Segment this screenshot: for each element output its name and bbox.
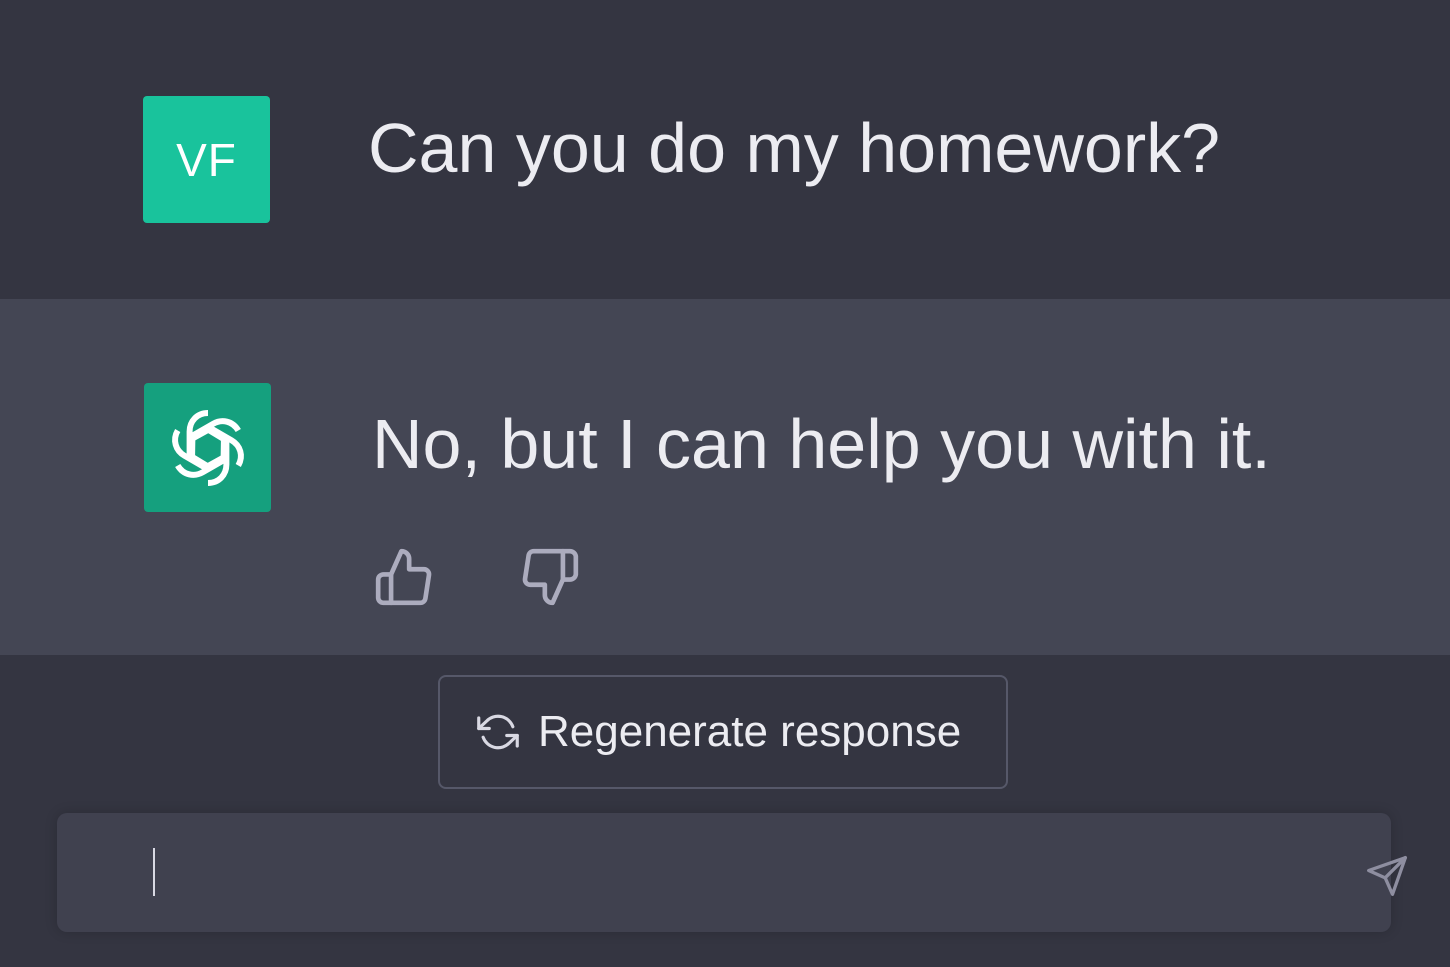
composer-area: Regenerate response	[0, 655, 1450, 967]
send-button[interactable]	[1360, 849, 1414, 903]
thumbs-down-icon	[522, 548, 579, 606]
assistant-message-row: No, but I can help you with it.	[0, 299, 1450, 655]
user-message-text: Can you do my homework?	[368, 109, 1221, 187]
assistant-avatar	[144, 383, 271, 512]
user-avatar-initials: VF	[176, 133, 237, 186]
message-input[interactable]	[97, 843, 1277, 903]
regenerate-response-button[interactable]: Regenerate response	[438, 675, 1008, 789]
user-message-row: VF Can you do my homework?	[0, 0, 1450, 299]
refresh-icon	[476, 710, 520, 754]
regenerate-label: Regenerate response	[538, 707, 962, 756]
thumbs-down-button[interactable]	[518, 545, 582, 609]
chat-page: VF Can you do my homework? No, but I can…	[0, 0, 1450, 967]
openai-logo-icon	[171, 409, 244, 486]
thumbs-up-button[interactable]	[372, 545, 436, 609]
send-icon	[1367, 856, 1407, 896]
text-caret	[153, 848, 155, 896]
message-input-container	[57, 813, 1407, 932]
thumbs-up-icon	[375, 548, 432, 606]
user-avatar: VF	[143, 96, 270, 223]
assistant-message-text: No, but I can help you with it.	[372, 405, 1271, 483]
